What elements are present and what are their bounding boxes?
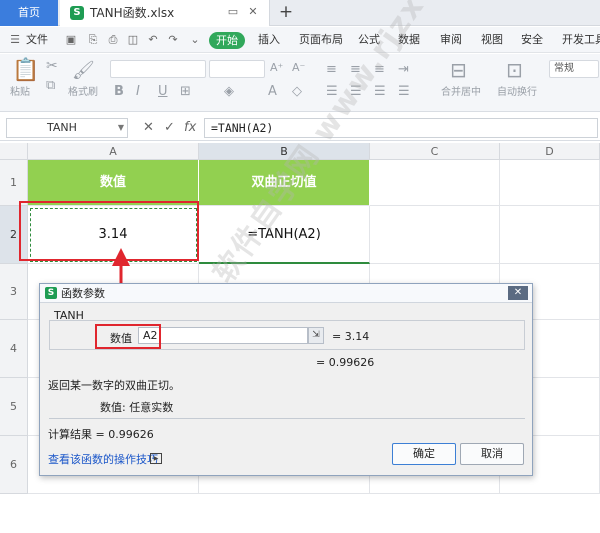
cell-c1[interactable] xyxy=(370,160,500,206)
decrease-font-icon[interactable]: A⁻ xyxy=(292,61,305,74)
function-description: 返回某一数字的双曲正切。 xyxy=(48,379,180,392)
menu-review[interactable]: 审阅 xyxy=(440,27,462,53)
row-header-6[interactable]: 6 xyxy=(0,436,28,494)
wps-logo-icon: S xyxy=(45,287,57,299)
ok-button[interactable]: 确定 xyxy=(392,443,456,465)
format-painter-label: 格式刷 xyxy=(68,87,98,98)
spreadsheet-file-icon: S xyxy=(70,6,84,20)
select-all-corner[interactable] xyxy=(0,143,28,160)
help-link[interactable]: 查看该函数的操作技巧 xyxy=(48,451,158,467)
video-tips-icon[interactable]: ▶ xyxy=(150,453,162,464)
save-icon[interactable]: ▣ xyxy=(64,33,78,47)
redo-icon[interactable]: ↷ xyxy=(166,33,180,47)
argument-result: = 3.14 xyxy=(332,330,370,343)
menu-view[interactable]: 视图 xyxy=(481,27,503,53)
cell-c2[interactable] xyxy=(370,206,500,264)
fill-color-icon[interactable]: ◈ xyxy=(224,84,234,99)
border-icon[interactable]: ⊞ xyxy=(180,84,191,99)
close-icon[interactable]: ✕ xyxy=(508,286,528,300)
wrap-text-label: 自动换行 xyxy=(497,87,537,98)
menu-developer[interactable]: 开发工具 xyxy=(562,27,600,53)
chevron-down-icon[interactable]: ⌄ xyxy=(188,33,202,47)
name-box[interactable]: TANH ▼ xyxy=(6,118,128,138)
increase-font-icon[interactable]: A⁺ xyxy=(270,61,283,74)
cell-d2[interactable] xyxy=(500,206,600,264)
tab-bar: 首页 S TANH函数.xlsx ▭ ✕ + xyxy=(0,0,600,26)
justify-icon[interactable]: ☰ xyxy=(398,84,410,99)
confirm-formula-icon[interactable]: ✓ xyxy=(164,118,175,138)
column-header-a[interactable]: A xyxy=(28,143,199,160)
monitor-icon[interactable]: ▭ xyxy=(226,5,240,19)
function-result: = 0.99626 xyxy=(316,356,375,369)
function-arguments-dialog: S 函数参数 ✕ TANH 数值 A2 ⇲ = 3.14 = 0.99626 返… xyxy=(39,283,533,476)
menu-page-layout[interactable]: 页面布局 xyxy=(299,27,343,53)
font-color-icon[interactable]: A xyxy=(268,84,277,99)
underline-icon[interactable]: U xyxy=(158,84,168,99)
row-header-3[interactable]: 3 xyxy=(0,264,28,320)
cut-icon[interactable]: ✂ xyxy=(46,58,58,74)
divider xyxy=(49,418,525,419)
number-format-select[interactable]: 常规 xyxy=(549,60,599,78)
dialog-title: 函数参数 xyxy=(61,287,105,300)
menu-file[interactable]: 文件 xyxy=(26,27,48,53)
chevron-down-icon[interactable]: ▼ xyxy=(118,119,124,137)
cancel-formula-icon[interactable]: ✕ xyxy=(143,118,154,138)
home-tab[interactable]: 首页 xyxy=(0,0,58,26)
column-header-c[interactable]: C xyxy=(370,143,500,160)
export-icon[interactable]: ⎘ xyxy=(86,33,100,47)
undo-icon[interactable]: ↶ xyxy=(146,33,160,47)
file-tab[interactable]: S TANH函数.xlsx ▭ ✕ xyxy=(60,0,270,26)
format-painter-icon[interactable]: 🖌 xyxy=(72,60,95,81)
cell-a1[interactable]: 数值 xyxy=(28,160,199,206)
italic-icon[interactable]: I xyxy=(136,84,140,99)
cancel-button[interactable]: 取消 xyxy=(460,443,524,465)
new-tab-button[interactable]: + xyxy=(276,2,296,22)
wrap-text-icon[interactable]: ⊡ xyxy=(506,58,523,82)
indent-icon[interactable]: ⇥ xyxy=(398,62,409,77)
print-icon[interactable]: ⎙ xyxy=(106,33,120,47)
menu-security[interactable]: 安全 xyxy=(521,27,543,53)
merge-center-icon[interactable]: ⊟ xyxy=(450,58,467,82)
font-size-select[interactable] xyxy=(209,60,265,78)
paste-icon[interactable]: 📋 xyxy=(12,58,39,83)
insert-function-icon[interactable]: fx xyxy=(184,118,196,138)
row-header-4[interactable]: 4 xyxy=(0,320,28,378)
ribbon-toolbar: 📋 粘贴 ✂ ⧉ 🖌 格式刷 A⁺ A⁻ B I U ⊞ ◈ A ◇ ≡ ≡ ≡… xyxy=(0,54,600,112)
range-select-icon[interactable]: ⇲ xyxy=(308,327,324,344)
column-header-d[interactable]: D xyxy=(500,143,600,160)
parameter-help: 数值: 任意实数 xyxy=(100,401,174,414)
menu-bar: ☰ 文件 ▣ ⎘ ⎙ ◫ ↶ ↷ ⌄ 开始 插入 页面布局 公式 数据 审阅 视… xyxy=(0,27,600,53)
calculation-result: 计算结果 = 0.99626 xyxy=(48,428,154,441)
name-box-value: TANH xyxy=(47,121,77,134)
menu-insert[interactable]: 插入 xyxy=(258,27,280,53)
clear-icon[interactable]: ◇ xyxy=(292,84,302,99)
font-family-select[interactable] xyxy=(110,60,206,78)
merge-center-label: 合并居中 xyxy=(441,87,481,98)
formula-input[interactable]: =TANH(A2) xyxy=(204,118,598,138)
copy-icon[interactable]: ⧉ xyxy=(46,78,55,93)
print-preview-icon[interactable]: ◫ xyxy=(126,33,140,47)
bold-icon[interactable]: B xyxy=(114,84,124,99)
highlight-box-a2 xyxy=(19,201,199,261)
highlight-box-argument xyxy=(95,324,161,349)
close-tab-icon[interactable]: ✕ xyxy=(246,5,260,19)
row-header-5[interactable]: 5 xyxy=(0,378,28,436)
hamburger-menu-icon[interactable]: ☰ xyxy=(8,33,22,47)
dialog-title-bar: S 函数参数 ✕ xyxy=(40,284,532,303)
file-tab-name: TANH函数.xlsx xyxy=(90,6,175,20)
cell-d1[interactable] xyxy=(500,160,600,206)
argument-input[interactable]: A2 xyxy=(138,327,308,344)
row-header-1[interactable]: 1 xyxy=(0,160,28,206)
paste-label: 粘贴 xyxy=(10,87,30,98)
menu-start[interactable]: 开始 xyxy=(209,32,245,49)
